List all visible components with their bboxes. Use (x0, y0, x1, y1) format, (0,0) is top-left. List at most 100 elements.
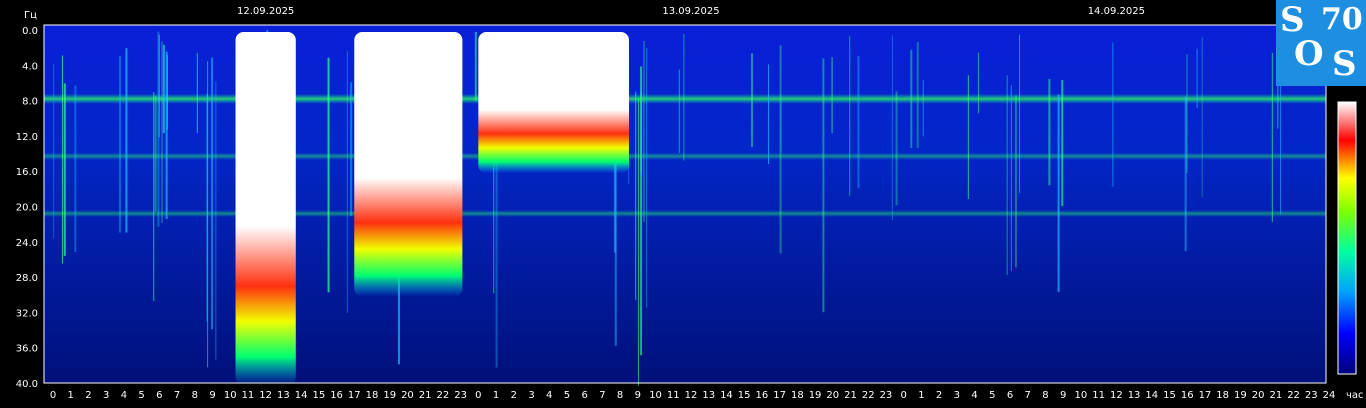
spectral-streak (346, 50, 348, 314)
intensity-burst (354, 32, 463, 297)
spectral-streak (158, 34, 160, 138)
hour-tick-label: 9 (1060, 390, 1066, 401)
hour-tick-label: 22 (1287, 390, 1300, 401)
hour-tick-label: 6 (581, 390, 587, 401)
hour-tick-label: 15 (1163, 390, 1176, 401)
hour-tick-label: 0 (475, 390, 481, 401)
spectral-streak (640, 91, 642, 173)
spectral-streak (196, 53, 198, 134)
hour-tick-label: 12 (259, 390, 272, 401)
spectral-streak (153, 92, 155, 302)
hour-tick-label: 2 (936, 390, 942, 401)
spectral-streak (1057, 94, 1060, 292)
hour-tick-label: 8 (1042, 390, 1048, 401)
hour-tick-label: 7 (174, 390, 180, 401)
y-tick-label: 40.0 (16, 379, 38, 390)
hour-tick-label: 12 (685, 390, 698, 401)
hour-tick-label: 17 (773, 390, 786, 401)
hour-tick-label: 18 (791, 390, 804, 401)
hour-tick-label: 5 (138, 390, 144, 401)
y-tick-label: 12.0 (16, 132, 38, 143)
date-label: 12.09.2025 (237, 6, 294, 17)
hour-tick-label: 4 (546, 390, 552, 401)
hour-tick-label: 11 (242, 390, 255, 401)
spectral-streak (167, 54, 169, 130)
spectral-streak (751, 53, 754, 147)
hour-tick-label: 21 (844, 390, 857, 401)
hour-tick-label: 0 (50, 390, 56, 401)
spectral-streak (1019, 34, 1021, 193)
spectral-streak (1010, 85, 1012, 272)
y-tick-labels: 0.0 4.0 8.0 12.0 16.0 20.0 24.0 28.0 32.0 36.0 40.… (16, 26, 38, 390)
spectral-streak (53, 64, 55, 239)
hour-tick-label: 13 (1128, 390, 1141, 401)
spectral-streak (922, 79, 924, 137)
hour-tick-label: 13 (277, 390, 290, 401)
spectral-streak (857, 56, 860, 189)
hour-tick-label: 14 (720, 390, 733, 401)
hour-tick-label: 1 (493, 390, 499, 401)
spectral-streak (1112, 42, 1114, 187)
hour-tick-label: 15 (312, 390, 325, 401)
hour-tick-label: 19 (1234, 390, 1247, 401)
hour-tick-label: 18 (1216, 390, 1229, 401)
logo-letter-o: O (1294, 34, 1324, 74)
intensity-burst (235, 32, 296, 385)
hour-tick-label: 23 (880, 390, 893, 401)
hour-tick-label: 7 (599, 390, 605, 401)
spectral-streak (1201, 37, 1203, 198)
logo-number: 70 (1321, 2, 1363, 37)
spectral-streak (1006, 75, 1008, 275)
spectral-streak (891, 35, 893, 221)
spectral-streak (637, 98, 639, 386)
spectral-streak (161, 41, 163, 223)
spectral-streak (125, 48, 128, 233)
spectral-streak (831, 57, 833, 134)
y-tick-label: 0.0 (22, 26, 38, 37)
hour-tick-labels: 0 1 2 3 4 5 6 7 8 9 10 11 12 13 14 15 16 17 18 19 20 21 22 23 0 1… (50, 390, 1336, 401)
hour-tick-label: 13 (702, 390, 715, 401)
hour-tick-label: 8 (617, 390, 623, 401)
hour-tick-label: 16 (330, 390, 343, 401)
hour-tick-label: 11 (667, 390, 680, 401)
hour-tick-label: 20 (401, 390, 414, 401)
y-tick-label: 28.0 (16, 273, 38, 284)
spectral-streak (1280, 73, 1282, 215)
spectral-streak (916, 41, 919, 148)
hour-tick-label: 14 (1145, 390, 1158, 401)
hour-tick-label: 21 (1269, 390, 1282, 401)
y-tick-label: 36.0 (16, 344, 38, 355)
spectral-streak (635, 91, 637, 301)
spectral-streak (643, 41, 645, 222)
hour-tick-label: 19 (809, 390, 822, 401)
spectral-streak (63, 83, 66, 256)
spectral-streak (849, 36, 851, 196)
spectral-streak (215, 81, 217, 360)
hour-tick-label: 10 (224, 390, 237, 401)
hour-tick-label: 14 (295, 390, 308, 401)
hour-tick-label: 6 (156, 390, 162, 401)
hour-tick-label: 15 (738, 390, 751, 401)
intensity-burst (478, 32, 629, 174)
hour-tick-label: 4 (121, 390, 127, 401)
hour-tick-label: 6 (1007, 390, 1013, 401)
spectral-streak (154, 95, 157, 212)
hour-tick-label: 9 (209, 390, 215, 401)
hour-tick-label: 12 (1110, 390, 1123, 401)
spectral-streak (1186, 54, 1188, 173)
spectral-streak (768, 64, 770, 164)
spectral-streak (1061, 79, 1064, 207)
hour-tick-label: 3 (103, 390, 109, 401)
hour-tick-label: 23 (1305, 390, 1318, 401)
spectral-streak (74, 85, 77, 252)
spectral-streak (678, 69, 680, 154)
spectral-streak (162, 44, 165, 134)
hour-tick-label: 9 (635, 390, 641, 401)
spectral-streak (1271, 52, 1273, 222)
hour-tick-label: 20 (1252, 390, 1265, 401)
logo-letter-s2: S (1332, 44, 1357, 84)
hour-tick-label: 22 (862, 390, 875, 401)
sos70-logo: S 70 O S (1276, 0, 1366, 86)
color-scale-bar (1337, 101, 1357, 375)
y-tick-label: 24.0 (16, 238, 38, 249)
